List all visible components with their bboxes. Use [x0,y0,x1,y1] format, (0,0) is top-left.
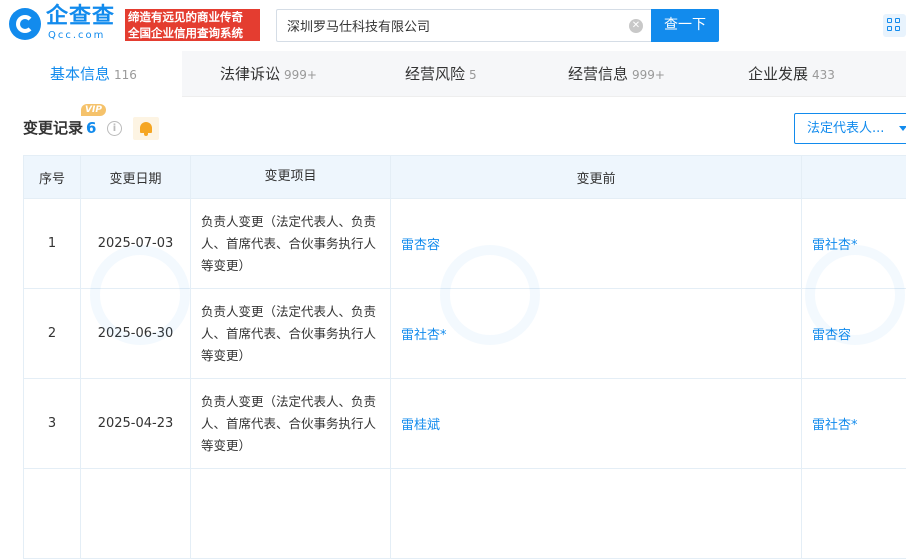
table-row: 1 2025-07-03 负责人变更（法定代表人、负责人、首席代表、合伙事务执行… [24,199,906,289]
table-row [24,469,906,559]
row-index: 3 [24,379,81,469]
bell-icon [140,122,152,133]
table-row: 2 2025-06-30 负责人变更（法定代表人、负责人、首席代表、合伙事务执行… [24,289,906,379]
row-before: 雷社杏* [391,289,802,379]
section-count: 6 [86,119,96,137]
row-before [391,469,802,559]
slogan-line1: 缔造有远见的商业传奇 [128,9,260,25]
col-after [802,156,906,199]
filter-label: 法定代表人... [807,121,884,136]
tab-count: 116 [114,68,137,82]
tab-label: 企业发展 [748,65,808,83]
row-index: 1 [24,199,81,289]
search-box: ✕ [276,9,651,42]
tab-legal[interactable]: 法律诉讼 999+ [220,51,317,97]
row-item: 负责人变更（法定代表人、负责人、首席代表、合伙事务执行人等变更） [191,289,391,379]
tab-label: 经营风险 [405,65,465,83]
row-date: 2025-07-03 [81,199,191,289]
row-date: 2025-04-23 [81,379,191,469]
row-index: 2 [24,289,81,379]
table-row: 3 2025-04-23 负责人变更（法定代表人、负责人、首席代表、合伙事务执行… [24,379,906,469]
tab-operation[interactable]: 经营信息 999+ [568,51,665,97]
tab-label: 基本信息 [50,65,110,83]
legal-rep-filter-select[interactable]: 法定代表人... [794,113,906,144]
search-input[interactable] [287,10,617,41]
info-icon[interactable]: i [107,121,122,136]
person-link[interactable]: 雷社杏* [812,418,858,433]
row-after: 雷社杏* [802,199,906,289]
row-index [24,469,81,559]
tab-count: 433 [812,68,835,82]
section-title-text: 变更记录 [23,119,83,137]
person-link[interactable]: 雷杏容 [401,238,440,253]
logo-text[interactable]: 企查查 [46,5,115,29]
nav-tabs: 基本信息 116 法律诉讼 999+ 经营风险 5 经营信息 999+ 企业发展 433 [0,51,906,97]
slogan-banner: 缔造有远见的商业传奇 全国企业信用查询系统 [125,9,260,41]
tab-label: 法律诉讼 [220,65,280,83]
row-item: 负责人变更（法定代表人、负责人、首席代表、合伙事务执行人等变更） [191,379,391,469]
tab-count: 5 [469,68,477,82]
row-after: 雷社杏* [802,379,906,469]
logo-domain: Qcc.com [48,30,105,42]
row-date: 2025-06-30 [81,289,191,379]
section-title: 变更记录6 [23,117,96,139]
col-item: 变更项目 [191,156,391,199]
row-item: 负责人变更（法定代表人、负责人、首席代表、合伙事务执行人等变更） [191,199,391,289]
person-link[interactable]: 雷社杏* [401,328,447,343]
tab-risk[interactable]: 经营风险 5 [405,51,477,97]
person-link[interactable]: 雷桂斌 [401,418,440,433]
tab-development[interactable]: 企业发展 433 [748,51,835,97]
tab-label: 经营信息 [568,65,628,83]
table-header-row: 序号 变更日期 变更项目 变更前 [24,156,906,199]
col-date: 变更日期 [81,156,191,199]
top-header: 企查查 Qcc.com 缔造有远见的商业传奇 全国企业信用查询系统 ✕ 查一下 [0,0,906,50]
row-before: 雷杏容 [391,199,802,289]
change-record-table: 序号 变更日期 变更项目 变更前 1 2025-07-03 负责人变更（法定代表… [23,155,906,559]
tab-count: 999+ [632,68,665,82]
row-after [802,469,906,559]
person-link[interactable]: 雷社杏* [812,238,858,253]
person-link[interactable]: 雷杏容 [812,328,851,343]
vip-badge: VIP [81,104,106,116]
apps-icon[interactable] [883,14,906,37]
col-index: 序号 [24,156,81,199]
row-before: 雷桂斌 [391,379,802,469]
col-before: 变更前 [391,156,802,199]
row-after: 雷杏容 [802,289,906,379]
chevron-down-icon [899,126,906,131]
clear-icon[interactable]: ✕ [629,19,643,33]
tab-count: 999+ [284,68,317,82]
qcc-logo-icon[interactable] [9,8,41,40]
bell-button[interactable] [133,117,159,140]
tab-basic-info[interactable]: 基本信息 116 [0,51,182,97]
row-item [191,469,391,559]
row-date [81,469,191,559]
slogan-line2: 全国企业信用查询系统 [128,25,260,41]
search-button[interactable]: 查一下 [651,9,719,42]
